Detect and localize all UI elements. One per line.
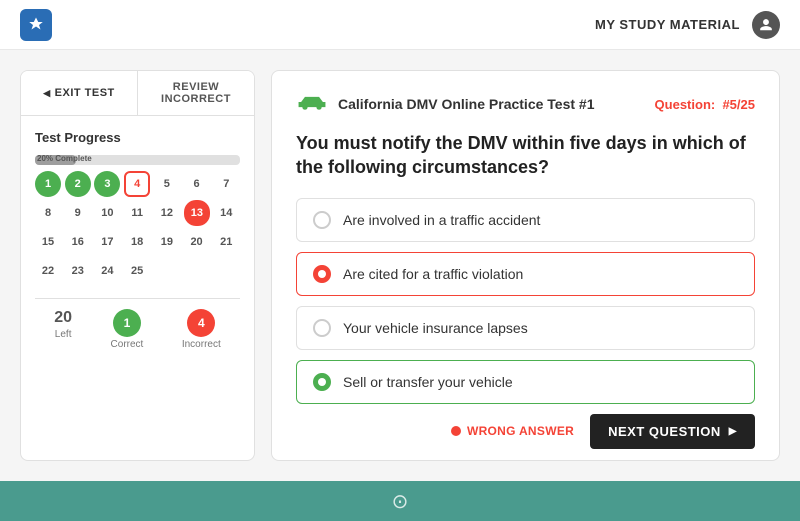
stat-incorrect-label: Incorrect [182, 339, 221, 350]
number-grid: 1234567891011121314151617181920212223242… [35, 171, 240, 284]
number-cell-1[interactable]: 1 [35, 171, 61, 197]
radio-circle-1 [313, 211, 331, 229]
left-panel: EXIT TEST REVIEW INCORRECT Test Progress… [20, 70, 255, 461]
number-cell-21[interactable]: 21 [213, 229, 239, 255]
progress-bar: 20% Complete [35, 155, 240, 165]
wrong-answer-label: WRONG ANSWER [467, 424, 574, 438]
answer-text-2: Are cited for a traffic violation [343, 266, 523, 282]
stat-incorrect: 4 Incorrect [182, 309, 221, 350]
answer-text-1: Are involved in a traffic accident [343, 212, 540, 228]
test-title: California DMV Online Practice Test #1 [338, 96, 594, 112]
car-icon [296, 91, 328, 117]
number-cell-15[interactable]: 15 [35, 229, 61, 255]
answer-options: Are involved in a traffic accident Are ci… [296, 198, 755, 414]
number-cell-9[interactable]: 9 [65, 200, 91, 226]
stat-left-label: Left [55, 329, 72, 340]
bottom-row: WRONG ANSWER NEXT QUESTION [296, 414, 755, 449]
action-buttons: EXIT TEST REVIEW INCORRECT [21, 71, 254, 116]
number-cell-23[interactable]: 23 [65, 258, 91, 284]
number-cell-12[interactable]: 12 [154, 200, 180, 226]
header: MY STUDY MATERIAL [0, 0, 800, 50]
answer-option-3[interactable]: Your vehicle insurance lapses [296, 306, 755, 350]
right-panel: California DMV Online Practice Test #1 Q… [271, 70, 780, 461]
footer-icon: ⊙ [392, 489, 409, 514]
answer-option-1[interactable]: Are involved in a traffic accident [296, 198, 755, 242]
nav-label: MY STUDY MATERIAL [595, 17, 740, 32]
answer-text-3: Your vehicle insurance lapses [343, 320, 528, 336]
number-cell-25[interactable]: 25 [124, 258, 150, 284]
wrong-answer-badge: WRONG ANSWER [451, 424, 574, 438]
number-cell-14[interactable]: 14 [213, 200, 239, 226]
stat-left: 20 Left [54, 309, 72, 350]
radio-circle-3 [313, 319, 331, 337]
number-cell-8[interactable]: 8 [35, 200, 61, 226]
number-cell-16[interactable]: 16 [65, 229, 91, 255]
correct-badge: 1 [113, 309, 141, 337]
number-cell-5[interactable]: 5 [154, 171, 180, 197]
radio-circle-2 [313, 265, 331, 283]
number-cell-18[interactable]: 18 [124, 229, 150, 255]
number-cell-2[interactable]: 2 [65, 171, 91, 197]
test-header: California DMV Online Practice Test #1 Q… [296, 91, 755, 117]
number-cell-22[interactable]: 22 [35, 258, 61, 284]
progress-title: Test Progress [35, 130, 240, 145]
progress-label: 20% Complete [37, 154, 92, 163]
number-cell-20[interactable]: 20 [184, 229, 210, 255]
review-incorrect-button[interactable]: REVIEW INCORRECT [138, 71, 254, 115]
question-text: You must notify the DMV within five days… [296, 131, 755, 180]
number-cell-7[interactable]: 7 [213, 171, 239, 197]
number-cell-3[interactable]: 3 [94, 171, 120, 197]
number-cell-13[interactable]: 13 [184, 200, 211, 226]
question-label: Question: [655, 97, 716, 112]
answer-text-4: Sell or transfer your vehicle [343, 374, 513, 390]
radio-circle-4 [313, 373, 331, 391]
question-number: #5/25 [722, 97, 755, 112]
answer-option-2[interactable]: Are cited for a traffic violation [296, 252, 755, 296]
exit-test-button[interactable]: EXIT TEST [21, 71, 138, 115]
incorrect-badge: 4 [187, 309, 215, 337]
stat-correct: 1 Correct [111, 309, 144, 350]
number-cell-11[interactable]: 11 [124, 200, 150, 226]
number-cell-17[interactable]: 17 [94, 229, 120, 255]
logo [20, 9, 52, 41]
header-right: MY STUDY MATERIAL [595, 11, 780, 39]
number-cell-4[interactable]: 4 [124, 171, 150, 197]
main-content: EXIT TEST REVIEW INCORRECT Test Progress… [0, 50, 800, 481]
stat-correct-label: Correct [111, 339, 144, 350]
answer-option-4[interactable]: Sell or transfer your vehicle [296, 360, 755, 404]
stat-left-value: 20 [54, 309, 72, 327]
number-cell-10[interactable]: 10 [94, 200, 120, 226]
number-cell-6[interactable]: 6 [184, 171, 210, 197]
test-title-wrap: California DMV Online Practice Test #1 [296, 91, 594, 117]
next-question-button[interactable]: NEXT QUESTION [590, 414, 755, 449]
progress-section: Test Progress 20% Complete 1234567891011… [21, 116, 254, 360]
user-icon[interactable] [752, 11, 780, 39]
wrong-dot [451, 426, 461, 436]
number-cell-19[interactable]: 19 [154, 229, 180, 255]
footer-bar: ⊙ [0, 481, 800, 521]
stats-row: 20 Left 1 Correct 4 Incorrect [35, 298, 240, 350]
question-counter: Question: #5/25 [655, 97, 755, 112]
number-cell-24[interactable]: 24 [94, 258, 120, 284]
